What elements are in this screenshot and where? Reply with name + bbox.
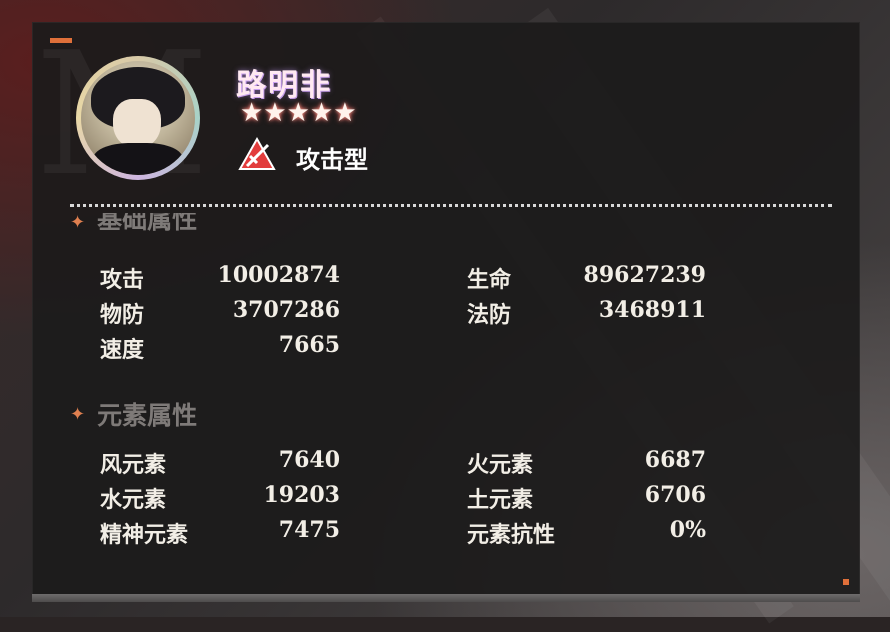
stat-label-earth: 土元素 [467, 488, 534, 513]
sparkle-icon: ✦ [70, 212, 86, 233]
corner-accent [50, 38, 72, 43]
avatar-coat [93, 143, 183, 175]
character-role: 攻击型 [296, 146, 368, 174]
stat-value-wind: 7640 [278, 447, 340, 473]
corner-dot [843, 579, 849, 585]
panel-bottom-bar [32, 594, 860, 602]
section-header-element: ✦ 元素属性 [70, 396, 197, 432]
stat-value-spirit: 7475 [278, 517, 340, 543]
divider [70, 204, 832, 207]
stat-label-resist: 元素抗性 [467, 523, 556, 548]
stat-value-earth: 6706 [644, 482, 706, 508]
stat-label-speed: 速度 [100, 338, 145, 363]
sparkle-icon: ✦ [70, 403, 86, 425]
star-rating-stars: ★★★★★ [240, 98, 357, 128]
avatar-face [113, 99, 161, 149]
stat-label-mdef: 法防 [467, 303, 512, 328]
stat-label-attack: 攻击 [100, 268, 145, 293]
stat-value-resist: 0% [669, 517, 706, 543]
section-title: 基础属性 [97, 212, 198, 233]
stat-value-hp: 89627239 [583, 262, 706, 288]
stat-label-wind: 风元素 [100, 453, 167, 478]
stat-label-spirit: 精神元素 [100, 523, 189, 548]
stat-value-water: 19203 [263, 482, 340, 508]
stat-label-water: 水元素 [100, 488, 167, 513]
stat-value-pdef: 3707286 [232, 297, 340, 323]
attack-sword-icon [238, 136, 276, 170]
star-rating: ★★★★★ [240, 100, 357, 126]
stat-value-speed: 7665 [278, 332, 340, 358]
stat-value-fire: 6687 [644, 447, 706, 473]
stat-value-attack: 10002874 [217, 262, 340, 288]
section-header-base: ✦ 基础属性 [70, 212, 197, 233]
stat-label-fire: 火元素 [467, 453, 534, 478]
stat-label-hp: 生命 [467, 268, 512, 293]
section-title: 元素属性 [97, 401, 198, 430]
avatar[interactable] [76, 56, 200, 180]
stat-label-pdef: 物防 [100, 303, 145, 328]
avatar-portrait [81, 61, 195, 175]
stat-value-mdef: 3468911 [598, 297, 706, 323]
